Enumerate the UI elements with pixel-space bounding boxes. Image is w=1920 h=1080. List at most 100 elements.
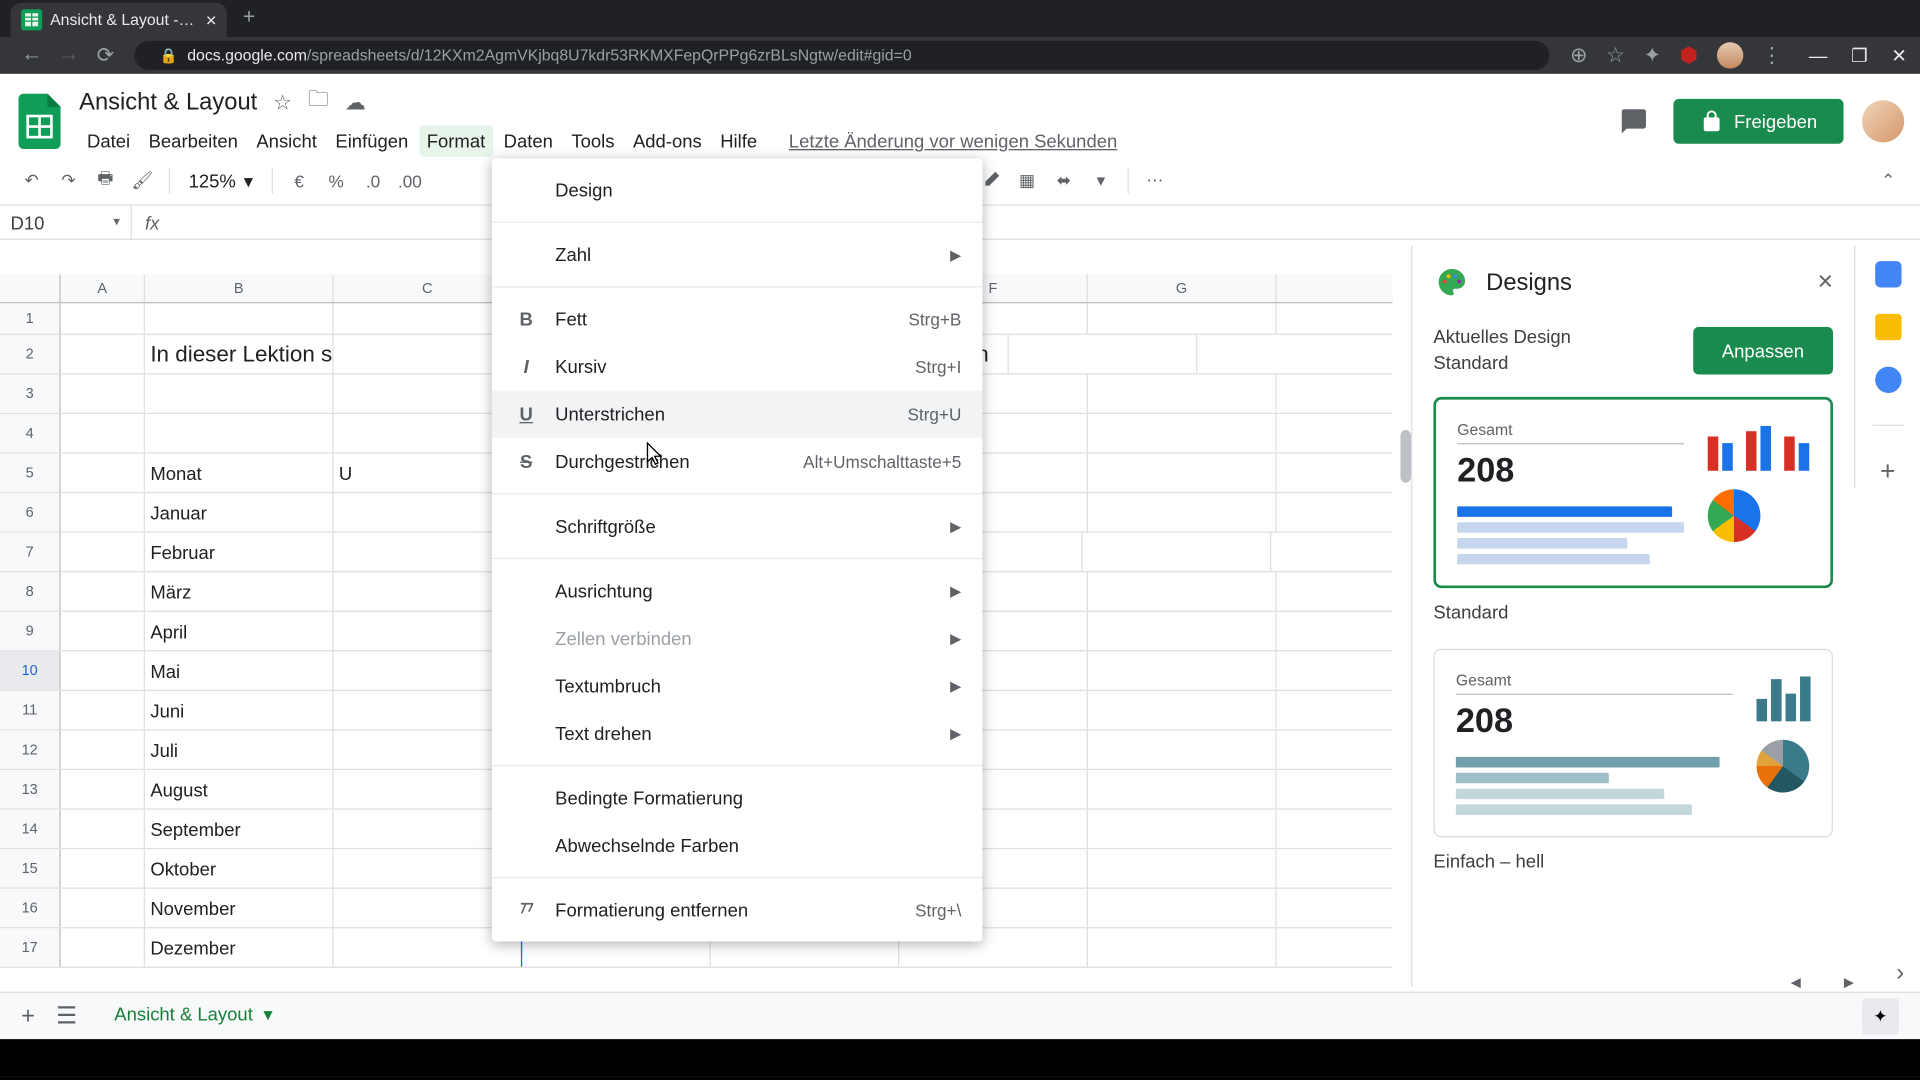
cell-B5[interactable]: Monat <box>145 454 334 492</box>
row-header-14[interactable]: 14 <box>0 810 61 848</box>
cell-A12[interactable] <box>61 731 145 769</box>
explore-icon[interactable]: ✦ <box>1862 998 1899 1035</box>
cell-A3[interactable] <box>61 375 145 413</box>
cell-B1[interactable] <box>145 303 334 333</box>
format-abwechselnde[interactable]: Abwechselnde Farben <box>492 822 983 869</box>
collapse-toolbar-icon[interactable]: ⌃ <box>1873 165 1905 197</box>
row-header-4[interactable]: 4 <box>0 414 61 452</box>
sheet-tab-active[interactable]: Ansicht & Layout ▾ <box>98 995 288 1037</box>
cell-B10[interactable]: Mai <box>145 651 334 689</box>
row-header-12[interactable]: 12 <box>0 731 61 769</box>
cell-G15[interactable] <box>1088 849 1277 887</box>
menu-hilfe[interactable]: Hilfe <box>712 125 765 157</box>
cell-A13[interactable] <box>61 770 145 808</box>
user-avatar[interactable] <box>1862 100 1904 142</box>
cell-G2[interactable] <box>1009 335 1198 373</box>
cell-G16[interactable] <box>1088 889 1277 927</box>
cell-B9[interactable]: April <box>145 612 334 650</box>
cell-B15[interactable]: Oktober <box>145 849 334 887</box>
menu-bearbeiten[interactable]: Bearbeiten <box>141 125 246 157</box>
panel-scrollbar[interactable] <box>1400 430 1411 483</box>
row-header-6[interactable]: 6 <box>0 493 61 531</box>
name-box[interactable]: D10 ▾ <box>0 206 132 239</box>
extensions-icon[interactable]: ✦ <box>1644 42 1662 68</box>
percent-icon[interactable]: % <box>320 165 352 197</box>
share-button[interactable]: Freigeben <box>1673 98 1843 143</box>
currency-icon[interactable]: € <box>283 165 315 197</box>
profile-avatar[interactable] <box>1717 42 1743 68</box>
paint-format-icon[interactable]: 🖌 <box>127 165 159 197</box>
format-fett[interactable]: B Fett Strg+B <box>492 295 983 342</box>
format-zahl[interactable]: Zahl ▶ <box>492 231 983 278</box>
menu-addons[interactable]: Add-ons <box>625 125 710 157</box>
comments-icon[interactable] <box>1613 100 1655 142</box>
last-edit-link[interactable]: Letzte Änderung vor wenigen Sekunden <box>789 125 1117 157</box>
cell-A16[interactable] <box>61 889 145 927</box>
cell-A11[interactable] <box>61 691 145 729</box>
move-icon[interactable]: 🗀 <box>308 84 329 120</box>
cell-A17[interactable] <box>61 928 145 966</box>
calendar-icon[interactable] <box>1875 261 1901 287</box>
more-icon[interactable]: ⋯ <box>1139 165 1171 197</box>
borders-icon[interactable]: ▦ <box>1011 165 1043 197</box>
cell-B12[interactable]: Juli <box>145 731 334 769</box>
row-header-1[interactable]: 1 <box>0 303 61 333</box>
zoom-icon[interactable]: ⊕ <box>1570 42 1588 68</box>
show-side-panel-icon[interactable]: › <box>1896 959 1904 987</box>
forward-icon[interactable]: → <box>55 44 81 68</box>
formula-input[interactable] <box>173 206 1920 239</box>
cell-A2[interactable] <box>61 335 145 373</box>
cell-A7[interactable] <box>61 533 145 571</box>
cell-G6[interactable] <box>1088 493 1277 531</box>
cell-G13[interactable] <box>1088 770 1277 808</box>
format-text-drehen[interactable]: Text drehen ▶ <box>492 709 983 756</box>
cell-B6[interactable]: Januar <box>145 493 334 531</box>
format-entfernen[interactable]: Formatierung entfernen Strg+\ <box>492 886 983 933</box>
reload-icon[interactable]: ⟳ <box>92 42 118 68</box>
keep-icon[interactable] <box>1875 314 1901 340</box>
bookmark-icon[interactable]: ☆ <box>1606 42 1625 68</box>
cell-B16[interactable]: November <box>145 889 334 927</box>
cell-B13[interactable]: August <box>145 770 334 808</box>
close-icon[interactable]: × <box>1818 267 1833 297</box>
format-design[interactable]: Design <box>492 166 983 213</box>
row-header-11[interactable]: 11 <box>0 691 61 729</box>
cell-G12[interactable] <box>1088 731 1277 769</box>
settings-icon[interactable]: ⬢ <box>1680 42 1698 68</box>
minimize-icon[interactable]: — <box>1809 44 1827 66</box>
sheets-logo[interactable] <box>16 89 63 152</box>
cell-G1[interactable] <box>1088 303 1277 333</box>
redo-icon[interactable]: ↷ <box>53 165 85 197</box>
cell-A14[interactable] <box>61 810 145 848</box>
cell-G11[interactable] <box>1088 691 1277 729</box>
row-header-9[interactable]: 9 <box>0 612 61 650</box>
row-header-16[interactable]: 16 <box>0 889 61 927</box>
window-close-icon[interactable]: ✕ <box>1891 44 1906 66</box>
cell-G7[interactable] <box>1083 533 1272 571</box>
cell-B17[interactable]: Dezember <box>145 928 334 966</box>
address-bar[interactable]: 🔒 docs.google.com/spreadsheets/d/12KXm2A… <box>135 41 1549 70</box>
cell-G4[interactable] <box>1088 414 1277 452</box>
select-all-cell[interactable] <box>0 274 61 302</box>
increase-decimal-icon[interactable]: .00 <box>394 165 426 197</box>
cell-G9[interactable] <box>1088 612 1277 650</box>
cell-A5[interactable] <box>61 454 145 492</box>
back-icon[interactable]: ← <box>18 44 44 68</box>
cell-B3[interactable] <box>145 375 334 413</box>
cell-A8[interactable] <box>61 572 145 610</box>
cell-B7[interactable]: Februar <box>145 533 334 571</box>
menu-datei[interactable]: Datei <box>79 125 138 157</box>
maximize-icon[interactable]: ❐ <box>1851 44 1868 66</box>
design-card-standard[interactable]: Gesamt 208 <box>1433 397 1833 588</box>
design-card-einfach-hell[interactable]: Gesamt 208 <box>1433 649 1833 838</box>
tasks-icon[interactable] <box>1875 367 1901 393</box>
row-header-8[interactable]: 8 <box>0 572 61 610</box>
format-schriftgroesse[interactable]: Schriftgröße ▶ <box>492 502 983 549</box>
row-header-15[interactable]: 15 <box>0 849 61 887</box>
menu-format[interactable]: Format <box>419 125 493 157</box>
document-title[interactable]: Ansicht & Layout <box>79 88 257 116</box>
cell-A10[interactable] <box>61 651 145 689</box>
menu-daten[interactable]: Daten <box>496 125 561 157</box>
decrease-decimal-icon[interactable]: .0 <box>357 165 389 197</box>
cell-B8[interactable]: März <box>145 572 334 610</box>
